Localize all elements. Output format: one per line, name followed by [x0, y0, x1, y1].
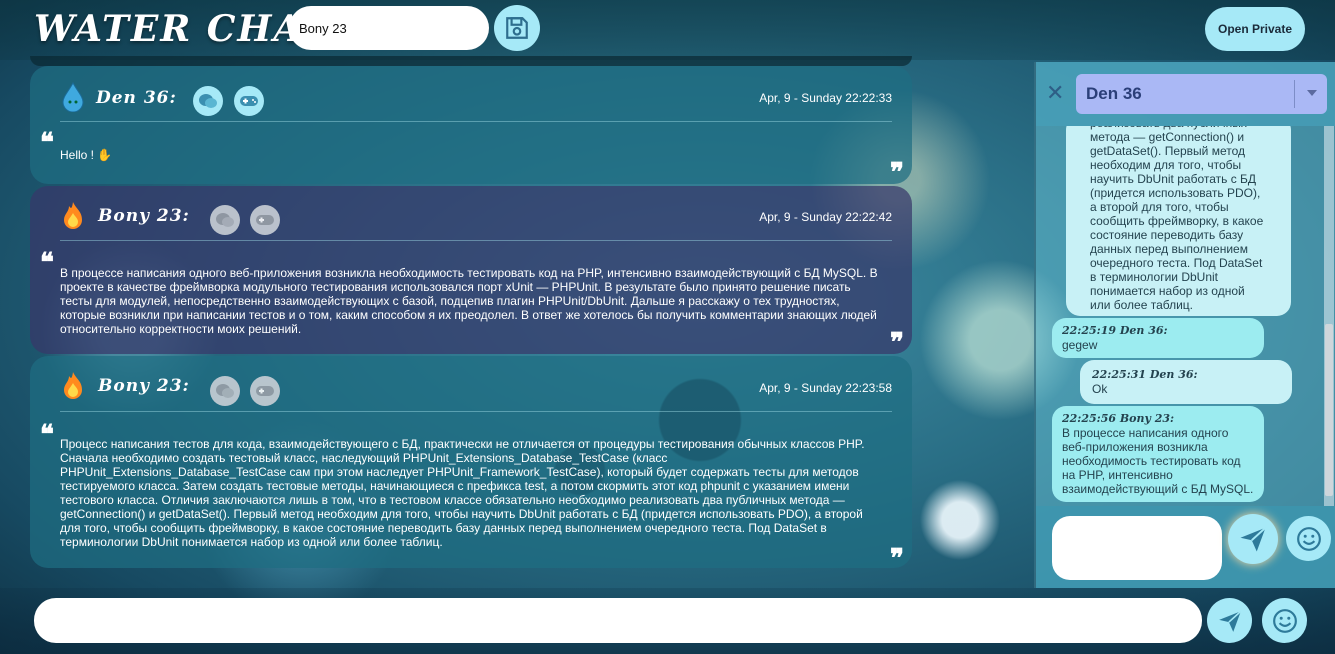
quote-right-icon: ❞ [890, 328, 904, 358]
message-divider [60, 240, 892, 241]
message-input[interactable] [34, 598, 1202, 643]
save-icon [506, 17, 528, 39]
select-divider [1294, 80, 1295, 108]
water-drop-icon [62, 82, 84, 112]
wechat-button[interactable] [210, 205, 240, 235]
gamepad-icon [240, 96, 258, 106]
feed-top-edge [30, 56, 912, 66]
game-button[interactable] [250, 376, 280, 406]
gamepad-icon [256, 386, 274, 396]
send-button[interactable] [1207, 598, 1252, 643]
quote-left-icon: ❝ [40, 420, 54, 450]
private-message-meta: 22:25:56 Bony 23: [1062, 412, 1175, 425]
close-icon[interactable]: ✕ [1046, 80, 1064, 106]
message-card: Bony 23: Apr, 9 - Sunday 22:23:58 ❝ Проц… [30, 356, 912, 572]
private-send-button[interactable] [1228, 514, 1278, 564]
message-date: Apr, 9 - Sunday 22:22:42 [759, 210, 892, 224]
chevron-down-icon[interactable] [1307, 90, 1317, 96]
private-scrollbar-thumb[interactable] [1325, 324, 1333, 496]
wechat-icon [216, 213, 234, 227]
private-message-text: gegew [1062, 338, 1098, 352]
private-user-select[interactable]: Den 36 [1076, 74, 1327, 114]
private-message-text: Ok [1092, 382, 1108, 396]
private-messages: реализовать два публичных метода — getCo… [1036, 126, 1335, 506]
quote-right-icon: ❞ [890, 158, 904, 188]
message-divider [60, 121, 892, 122]
message-card: Bony 23: Apr, 9 - Sunday 22:22:42 ❝ В пр… [30, 186, 912, 358]
smile-icon [1296, 526, 1321, 551]
message-divider [60, 411, 892, 412]
send-icon [1240, 527, 1267, 552]
private-emoji-button[interactable] [1286, 516, 1331, 561]
username-value: Bony 23 [299, 20, 347, 36]
private-chat-header: ✕ Den 36 [1036, 62, 1335, 126]
top-bar: WATER CHAT Bony 23 Open Private [0, 0, 1335, 60]
app-logo: WATER CHAT [34, 8, 331, 50]
fire-icon [64, 372, 82, 399]
smile-icon [1272, 608, 1297, 633]
private-chat-panel: ✕ Den 36 реализовать два публичных метод… [1034, 62, 1335, 588]
message-author: Bony 23: [98, 376, 190, 396]
private-message: 22:25:31 Den 36: Ok [1080, 360, 1292, 404]
game-button[interactable] [250, 205, 280, 235]
private-message-meta: 22:25:19 Den 36: [1062, 324, 1168, 337]
message-text: Процесс написания тестов для кода, взаим… [60, 437, 865, 549]
private-message-text: В процессе написания одного веб-приложен… [1062, 426, 1254, 496]
private-chat-footer [1036, 506, 1335, 588]
open-private-button[interactable]: Open Private [1205, 7, 1305, 51]
send-icon [1218, 610, 1241, 632]
message-author: Den 36: [96, 88, 177, 108]
private-message: 22:25:19 Den 36: gegew [1052, 318, 1264, 358]
wechat-button[interactable] [210, 376, 240, 406]
save-button[interactable] [494, 5, 540, 51]
wechat-icon [216, 384, 234, 398]
selected-user: Den 36 [1086, 84, 1142, 103]
quote-left-icon: ❝ [40, 248, 54, 278]
wechat-button[interactable] [193, 86, 223, 116]
gamepad-icon [256, 215, 274, 225]
fire-icon [64, 202, 82, 229]
private-message: 22:25:56 Bony 23: В процессе написания о… [1052, 406, 1264, 502]
message-date: Apr, 9 - Sunday 22:22:33 [759, 91, 892, 105]
emoji-button[interactable] [1262, 598, 1307, 643]
message-text: В процессе написания одного веб-приложен… [60, 266, 878, 336]
private-message-input[interactable] [1052, 516, 1222, 580]
private-message-text: реализовать два публичных метода — getCo… [1090, 126, 1264, 312]
message-date: Apr, 9 - Sunday 22:23:58 [759, 381, 892, 395]
private-message: реализовать два публичных метода — getCo… [1066, 126, 1291, 316]
private-message-meta: 22:25:31 Den 36: [1092, 368, 1198, 381]
username-field[interactable]: Bony 23 [289, 6, 489, 50]
quote-left-icon: ❝ [40, 128, 54, 158]
message-text: Hello ! ✋ [60, 148, 113, 162]
message-card: Den 36: Apr, 9 - Sunday 22:22:33 ❝ Hello… [30, 66, 912, 188]
quote-right-icon: ❞ [890, 544, 904, 574]
wechat-icon [199, 94, 217, 108]
game-button[interactable] [234, 86, 264, 116]
message-author: Bony 23: [98, 206, 190, 226]
